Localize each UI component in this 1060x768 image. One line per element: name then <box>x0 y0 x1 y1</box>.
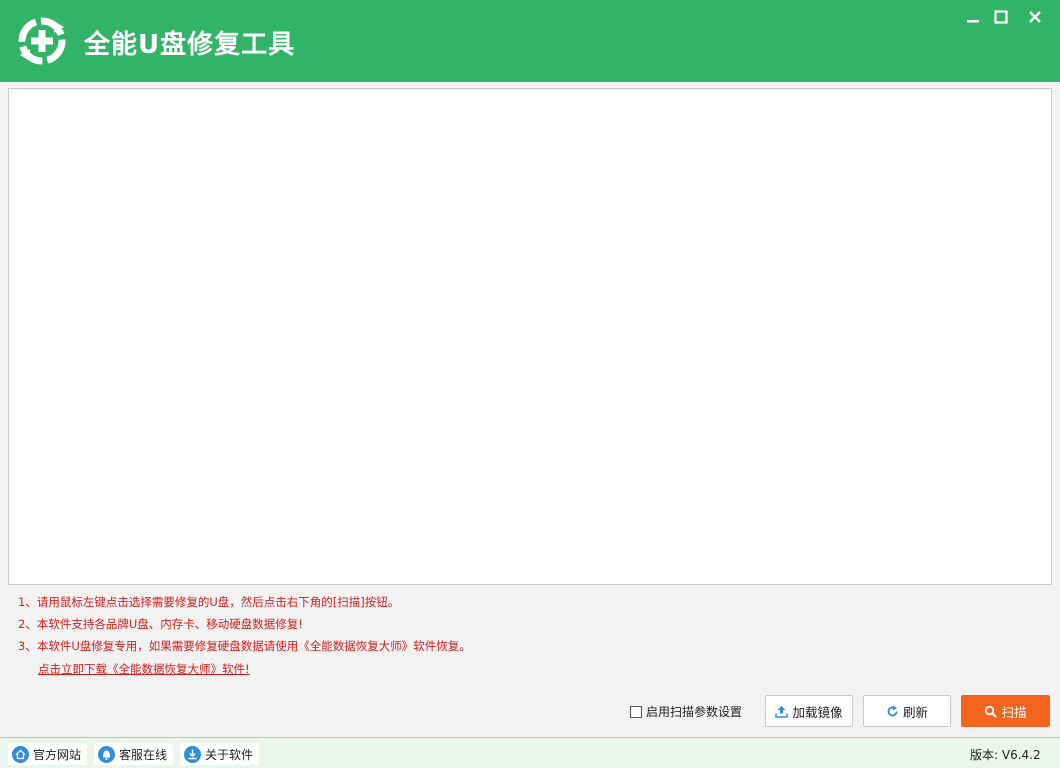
title-bar: 全能U盘修复工具 <box>0 0 1060 82</box>
refresh-label: 刷新 <box>902 704 928 720</box>
home-icon <box>12 745 29 763</box>
about-label: 关于软件 <box>205 747 254 762</box>
download-link[interactable]: 点击立即下载《全能数据恢复大师》软件! <box>38 661 250 677</box>
version-label: 版本: V6.4.2 <box>970 748 1041 762</box>
maximize-button[interactable] <box>990 6 1012 28</box>
drive-list-panel[interactable] <box>8 88 1052 585</box>
search-icon <box>985 705 998 718</box>
customer-service-label: 客服在线 <box>119 747 168 762</box>
chat-icon <box>98 745 115 763</box>
close-icon <box>1029 11 1041 23</box>
load-image-button[interactable]: 加载镜像 <box>765 695 853 727</box>
download-info-icon <box>184 745 201 763</box>
tip-line-1: 1、请用鼠标左键点击选择需要修复的U盘，然后点击右下角的[扫描]按钮。 <box>18 595 400 609</box>
minimize-button[interactable] <box>962 6 984 28</box>
maximize-icon <box>994 10 1008 24</box>
tip-line-2: 2、本软件支持各品牌U盘、内存卡、移动硬盘数据修复! <box>18 617 303 631</box>
about-link[interactable]: 关于软件 <box>180 743 260 765</box>
scan-settings-label: 启用扫描参数设置 <box>646 705 743 719</box>
official-site-link[interactable]: 官方网站 <box>8 743 88 765</box>
app-title: 全能U盘修复工具 <box>84 30 296 60</box>
scan-button[interactable]: 扫描 <box>961 695 1050 727</box>
customer-service-link[interactable]: 客服在线 <box>94 743 174 765</box>
scan-label: 扫描 <box>1001 704 1027 720</box>
refresh-button[interactable]: 刷新 <box>863 695 951 727</box>
official-site-label: 官方网站 <box>33 747 82 762</box>
status-bar: 官方网站 客服在线 关于软件 版本: V6.4.2 <box>0 737 1060 768</box>
app-logo-icon <box>18 17 66 65</box>
upload-icon <box>775 705 789 718</box>
tip-line-3: 3、本软件U盘修复专用，如果需要修复硬盘数据请使用《全能数据恢复大师》软件恢复。 <box>18 639 471 653</box>
close-button[interactable] <box>1024 6 1046 28</box>
scan-settings-checkbox[interactable] <box>630 705 642 718</box>
minimize-icon <box>967 20 979 23</box>
load-image-label: 加载镜像 <box>792 704 843 720</box>
scan-settings-option[interactable]: 启用扫描参数设置 <box>630 703 742 720</box>
refresh-icon <box>887 705 898 716</box>
